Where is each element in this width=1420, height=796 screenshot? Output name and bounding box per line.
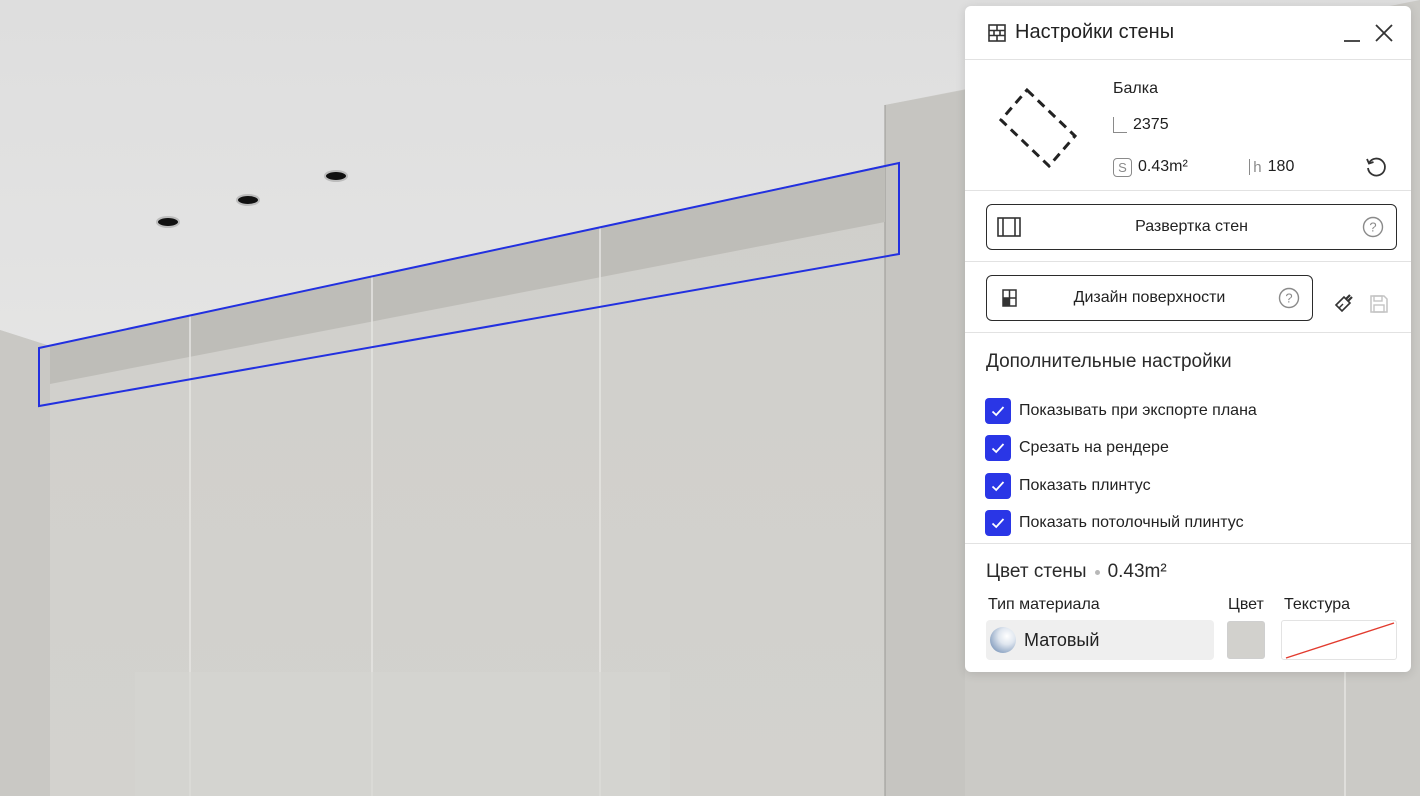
surface-design-label: Дизайн поверхности xyxy=(1073,289,1226,306)
option-label: Срезать на рендере xyxy=(1019,439,1169,456)
left-wall xyxy=(0,330,50,796)
ceiling-light xyxy=(324,170,348,182)
extra-settings-section: Дополнительные настройки Показывать при … xyxy=(965,333,1411,544)
option-show-on-export[interactable]: Показывать при экспорте плана xyxy=(985,397,1257,425)
ceiling-light xyxy=(236,194,260,206)
wall-unfold-label: Развертка стен xyxy=(1135,218,1248,235)
texture-picker[interactable] xyxy=(1281,620,1397,660)
surface-design-button[interactable]: Дизайн поверхности ? xyxy=(986,275,1313,321)
length-icon: L xyxy=(1113,117,1127,133)
length-value: 2375 xyxy=(1133,116,1169,133)
reset-icon[interactable] xyxy=(1363,154,1389,180)
area-icon: S xyxy=(1113,157,1132,177)
object-type: Балка xyxy=(1113,80,1158,97)
option-label: Показать плинтус xyxy=(1019,477,1151,494)
panel-title: Настройки стены xyxy=(1015,21,1175,43)
checkbox-checked[interactable] xyxy=(985,398,1011,424)
object-info: Балка L 2375 S 0.43m² h 180 xyxy=(965,60,1411,191)
surface-design-section: Дизайн поверхности ? xyxy=(965,262,1411,333)
separator-dot xyxy=(1094,569,1100,575)
length-row: L 2375 xyxy=(1113,114,1169,136)
wall-color-title: Цвет стены 0.43m² xyxy=(986,561,1167,582)
option-cut-on-render[interactable]: Срезать на рендере xyxy=(985,434,1169,462)
checkbox-checked[interactable] xyxy=(985,473,1011,499)
option-show-ceiling-baseboard[interactable]: Показать потолочный плинтус xyxy=(985,509,1244,537)
extra-settings-title: Дополнительные настройки xyxy=(986,351,1232,372)
option-label: Показать потолочный плинтус xyxy=(1019,514,1244,531)
color-swatch[interactable] xyxy=(1227,621,1265,659)
save-icon[interactable] xyxy=(1368,293,1390,315)
minimize-icon[interactable] xyxy=(1339,20,1365,46)
option-show-baseboard[interactable]: Показать плинтус xyxy=(985,472,1151,500)
color-label: Цвет xyxy=(1228,596,1264,613)
wall-color-section: Цвет стены 0.43m² Тип материала Цвет Тек… xyxy=(965,544,1411,672)
material-type-label: Тип материала xyxy=(988,596,1100,613)
option-label: Показывать при экспорте плана xyxy=(1019,402,1257,419)
checkbox-checked[interactable] xyxy=(985,510,1011,536)
check-icon xyxy=(991,443,1005,454)
check-icon xyxy=(991,518,1005,529)
panel-header: Настройки стены xyxy=(965,6,1411,60)
brush-icon[interactable] xyxy=(1333,292,1355,314)
ceiling-light xyxy=(156,216,180,228)
texture-label: Текстура xyxy=(1284,596,1351,613)
checkbox-checked[interactable] xyxy=(985,435,1011,461)
matte-material-icon xyxy=(990,627,1016,653)
help-icon[interactable]: ? xyxy=(1362,216,1384,238)
check-icon xyxy=(991,481,1005,492)
material-type-select[interactable]: Матовый xyxy=(986,620,1214,660)
wall-unfold-section: Развертка стен ? xyxy=(965,191,1411,262)
no-texture-icon xyxy=(1285,622,1395,659)
wall-settings-panel: Настройки стены Балка L 2375 S 0.43m² h … xyxy=(965,6,1411,672)
wall-unfold-button[interactable]: Развертка стен ? xyxy=(986,204,1397,250)
help-icon[interactable]: ? xyxy=(1278,287,1300,309)
height-row: h 180 xyxy=(1249,156,1294,178)
svg-text:?: ? xyxy=(1369,220,1376,235)
close-icon[interactable] xyxy=(1371,20,1397,46)
height-icon: h xyxy=(1249,159,1262,176)
beam-shape-icon xyxy=(998,87,1078,169)
wall-color-area: 0.43m² xyxy=(1107,561,1167,582)
check-icon xyxy=(991,406,1005,417)
area-value: 0.43m² xyxy=(1138,158,1188,175)
material-value: Матовый xyxy=(1024,629,1100,650)
area-row: S 0.43m² xyxy=(1113,156,1188,178)
svg-text:?: ? xyxy=(1285,291,1292,306)
height-value: 180 xyxy=(1267,158,1295,175)
wall-grid-icon xyxy=(988,24,1006,42)
